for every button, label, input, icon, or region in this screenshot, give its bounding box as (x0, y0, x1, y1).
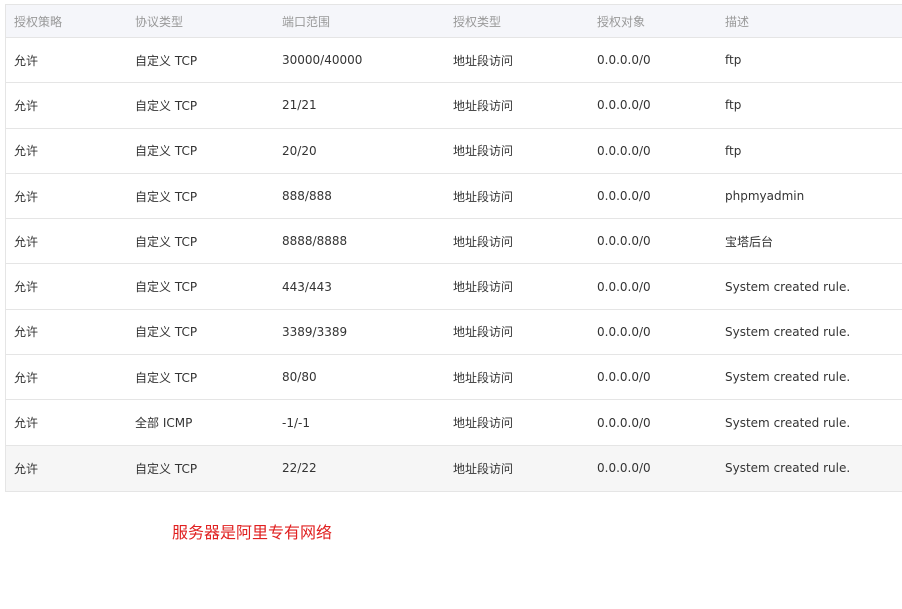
table-row: 允许 自定义 TCP 888/888 地址段访问 0.0.0.0/0 phpmy… (6, 174, 902, 220)
description-cell: ftp (725, 98, 742, 113)
auth-type-cell: 地址段访问 (453, 370, 514, 385)
header-protocol: 协议类型 (135, 14, 184, 29)
table-row: 允许 全部 ICMP -1/-1 地址段访问 0.0.0.0/0 System … (6, 400, 902, 446)
table-row: 允许 自定义 TCP 22/22 地址段访问 0.0.0.0/0 System … (6, 445, 902, 491)
auth-type-cell: 地址段访问 (453, 53, 514, 68)
annotation-note: 服务器是阿里专有网络 (172, 523, 333, 542)
auth-type-cell: 地址段访问 (453, 280, 514, 295)
auth-object-cell: 0.0.0.0/0 (597, 324, 651, 339)
auth-type-cell: 地址段访问 (453, 416, 514, 431)
header-policy: 授权策略 (14, 14, 63, 29)
protocol-cell: 自定义 TCP (135, 461, 198, 476)
policy-cell: 允许 (14, 370, 39, 385)
auth-object-cell: 0.0.0.0/0 (597, 461, 651, 476)
auth-object-cell: 0.0.0.0/0 (597, 189, 651, 204)
port-range-cell: 443/443 (282, 279, 332, 294)
protocol-cell: 全部 ICMP (135, 416, 193, 431)
protocol-cell: 自定义 TCP (135, 53, 198, 68)
table-row: 允许 自定义 TCP 80/80 地址段访问 0.0.0.0/0 System … (6, 355, 902, 401)
policy-cell: 允许 (14, 461, 39, 476)
protocol-cell: 自定义 TCP (135, 234, 198, 249)
description-cell: System created rule. (725, 415, 851, 430)
policy-cell: 允许 (14, 234, 39, 249)
policy-cell: 允许 (14, 189, 39, 204)
auth-type-cell: 地址段访问 (453, 234, 514, 249)
protocol-cell: 自定义 TCP (135, 325, 198, 340)
description-cell: ftp (725, 53, 742, 68)
description-cell: System created rule. (725, 279, 851, 294)
header-auth-object: 授权对象 (597, 14, 646, 29)
port-range-cell: 22/22 (282, 461, 317, 476)
policy-cell: 允许 (14, 98, 39, 113)
auth-object-cell: 0.0.0.0/0 (597, 279, 651, 294)
description-cell: System created rule. (725, 324, 851, 339)
protocol-cell: 自定义 TCP (135, 280, 198, 295)
description-cell: phpmyadmin (725, 189, 805, 204)
port-range-cell: 3389/3389 (282, 324, 348, 339)
protocol-cell: 自定义 TCP (135, 370, 198, 385)
port-range-cell: 80/80 (282, 370, 317, 385)
description-cell: System created rule. (725, 461, 851, 476)
port-range-cell: 21/21 (282, 98, 317, 113)
table-row: 允许 自定义 TCP 21/21 地址段访问 0.0.0.0/0 ftp (6, 83, 902, 129)
header-auth-type: 授权类型 (453, 14, 502, 29)
auth-type-cell: 地址段访问 (453, 461, 514, 476)
policy-cell: 允许 (14, 144, 39, 159)
description-cell: 宝塔后台 (725, 234, 774, 249)
table-header: 授权策略 协议类型 端口范围 授权类型 授权对象 描述 (6, 5, 902, 38)
table-row: 允许 自定义 TCP 8888/8888 地址段访问 0.0.0.0/0 宝塔后… (6, 219, 902, 265)
protocol-cell: 自定义 TCP (135, 98, 198, 113)
policy-cell: 允许 (14, 325, 39, 340)
auth-object-cell: 0.0.0.0/0 (597, 415, 651, 430)
table-row: 允许 自定义 TCP 30000/40000 地址段访问 0.0.0.0/0 f… (6, 38, 902, 84)
security-rules-table: 授权策略 协议类型 端口范围 授权类型 授权对象 描述 允许 自定义 TCP 3… (5, 4, 902, 492)
auth-type-cell: 地址段访问 (453, 144, 514, 159)
auth-object-cell: 0.0.0.0/0 (597, 98, 651, 113)
auth-object-cell: 0.0.0.0/0 (597, 53, 651, 68)
auth-type-cell: 地址段访问 (453, 98, 514, 113)
policy-cell: 允许 (14, 280, 39, 295)
port-range-cell: 20/20 (282, 143, 317, 158)
auth-type-cell: 地址段访问 (453, 189, 514, 204)
description-cell: System created rule. (725, 370, 851, 385)
auth-object-cell: 0.0.0.0/0 (597, 143, 651, 158)
port-range-cell: 30000/40000 (282, 53, 363, 68)
port-range-cell: -1/-1 (282, 415, 310, 430)
auth-object-cell: 0.0.0.0/0 (597, 370, 651, 385)
port-range-cell: 888/888 (282, 189, 332, 204)
auth-type-cell: 地址段访问 (453, 325, 514, 340)
header-port-range: 端口范围 (282, 14, 331, 29)
description-cell: ftp (725, 143, 742, 158)
table-row: 允许 自定义 TCP 20/20 地址段访问 0.0.0.0/0 ftp (6, 129, 902, 174)
protocol-cell: 自定义 TCP (135, 189, 198, 204)
policy-cell: 允许 (14, 53, 39, 68)
auth-object-cell: 0.0.0.0/0 (597, 234, 651, 249)
table-row: 允许 自定义 TCP 443/443 地址段访问 0.0.0.0/0 Syste… (6, 264, 902, 310)
protocol-cell: 自定义 TCP (135, 144, 198, 159)
policy-cell: 允许 (14, 416, 39, 431)
port-range-cell: 8888/8888 (282, 234, 348, 249)
header-description: 描述 (725, 14, 750, 29)
table-row: 允许 自定义 TCP 3389/3389 地址段访问 0.0.0.0/0 Sys… (6, 310, 902, 356)
